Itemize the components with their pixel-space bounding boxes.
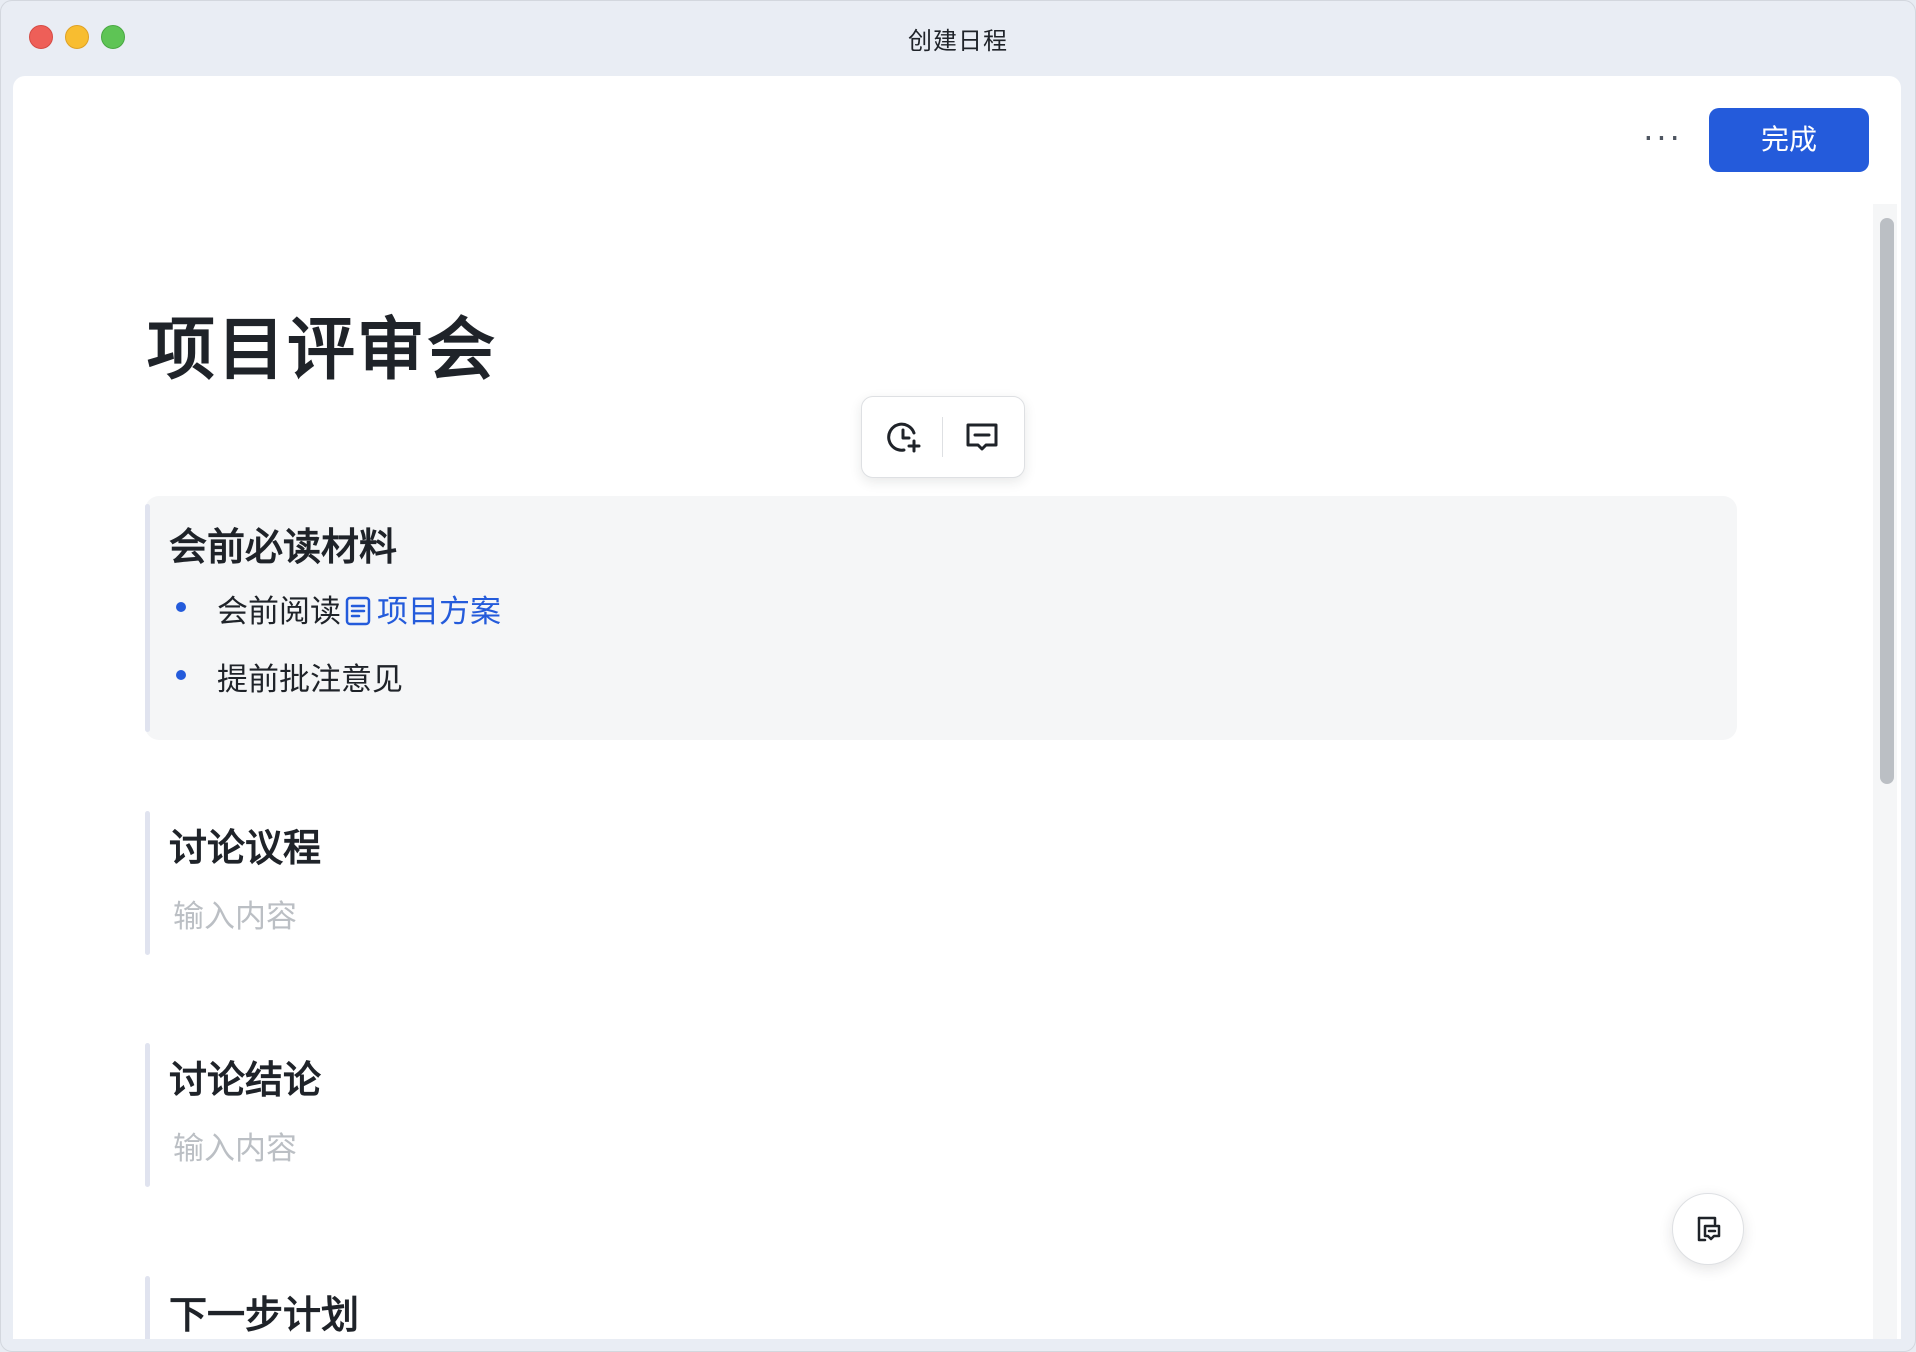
document-icon	[345, 596, 371, 626]
bullet-dot	[176, 670, 186, 680]
floating-toolbar	[861, 396, 1025, 478]
title-bar: 创建日程	[1, 1, 1915, 75]
discussion-agenda-block[interactable]: 讨论议程 输入内容	[145, 811, 1737, 955]
document-link[interactable]: 项目方案	[341, 594, 501, 630]
list-item[interactable]: 会前阅读 项目方案	[217, 586, 501, 631]
floating-comment-button[interactable]	[1672, 1193, 1744, 1265]
window-title: 创建日程	[908, 27, 1008, 55]
list-item-text: 会前阅读	[217, 594, 341, 630]
doc-comment-icon	[1697, 1216, 1721, 1242]
comment-icon	[966, 423, 998, 451]
add-time-button[interactable]	[880, 413, 928, 461]
section-title: 讨论结论	[169, 1058, 322, 1102]
pre-meeting-materials-block[interactable]: 会前必读材料 会前阅读 项目方案 提前批注意见	[145, 496, 1737, 740]
app-window: 创建日程 ··· 完成 项目评审会 会前必读材料 会前阅读 项目方案 提前批注意…	[0, 0, 1916, 1352]
list-item[interactable]: 提前批注意见	[217, 654, 403, 699]
block-accent-bar	[145, 1276, 150, 1339]
add-comment-button[interactable]	[958, 413, 1006, 461]
block-accent-bar	[145, 1043, 150, 1187]
content-input-placeholder[interactable]: 输入内容	[173, 891, 297, 936]
more-options-button[interactable]: ···	[1633, 118, 1693, 168]
document-link-text: 项目方案	[377, 594, 501, 630]
block-accent-bar	[145, 811, 150, 955]
section-title: 讨论议程	[169, 826, 322, 870]
next-steps-block[interactable]: 下一步计划	[145, 1276, 1737, 1339]
scrollbar-thumb[interactable]	[1880, 218, 1894, 784]
document-title[interactable]: 项目评审会	[147, 294, 497, 393]
section-title: 会前必读材料	[169, 525, 398, 569]
bullet-dot	[176, 602, 186, 612]
clock-plus-icon	[887, 422, 921, 453]
section-title: 下一步计划	[169, 1293, 360, 1337]
editor-panel: ··· 完成 项目评审会 会前必读材料 会前阅读 项目方案 提前批注意见 讨论议…	[13, 76, 1901, 1339]
toolbar-divider	[942, 417, 943, 457]
content-input-placeholder[interactable]: 输入内容	[173, 1123, 297, 1168]
done-button[interactable]: 完成	[1709, 108, 1869, 172]
discussion-conclusion-block[interactable]: 讨论结论 输入内容	[145, 1043, 1737, 1187]
block-accent-bar	[145, 504, 150, 732]
